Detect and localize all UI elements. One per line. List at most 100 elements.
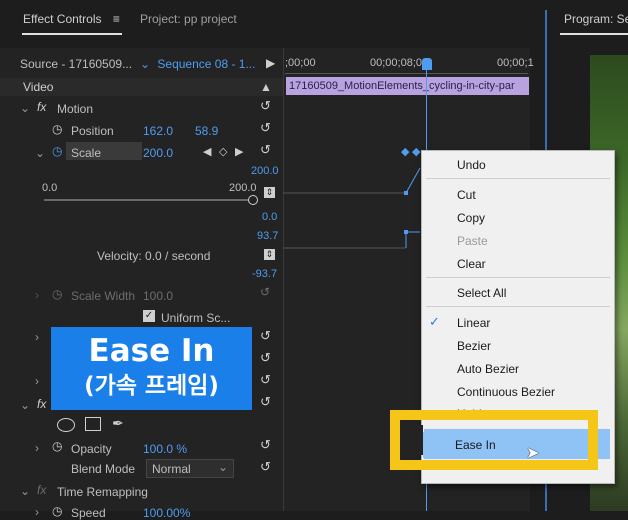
clip-bar[interactable]: 17160509_MotionElements_cycling-in-city-… [286,77,529,95]
expand-chevron-icon[interactable]: › [35,330,39,344]
menu-undo[interactable]: Undo [457,158,486,172]
menu-continuous-bezier[interactable]: Continuous Bezier [457,385,555,399]
blend-mode-label: Blend Mode [71,462,136,476]
menu-divider [426,306,610,307]
velocity-top: 93.7 [257,230,279,242]
collapse-chevron-icon[interactable]: ⌄ [20,484,30,498]
source-label[interactable]: Source - 17160509... [20,57,132,71]
graph-toggle-icon[interactable]: ⇕ [264,187,275,198]
collapse-chevron-icon[interactable]: ⌄ [20,398,30,412]
menu-paste: Paste [457,234,488,248]
uniform-scale-checkbox[interactable]: ✓ [143,310,155,322]
scale-value[interactable]: 200.0 [143,146,173,160]
expand-chevron-icon[interactable]: › [35,441,39,455]
fx-icon[interactable]: fx [37,397,46,411]
menu-divider [426,178,610,179]
scale-graph-top: 200.0 [251,165,279,177]
reset-icon[interactable]: ↺ [260,142,271,158]
caption-line1: Ease In [88,333,215,369]
expand-chevron-icon[interactable]: › [35,374,39,388]
timecode-start: ;00;00 [285,57,316,69]
chevron-down-icon: ⌄ [217,460,228,474]
reset-icon[interactable]: ↺ [260,120,271,136]
reset-icon[interactable]: ↺ [260,350,271,366]
stopwatch-icon[interactable]: ◷ [52,122,62,136]
stopwatch-icon[interactable]: ◷ [52,439,62,453]
scale-slider-handle[interactable] [248,195,258,205]
stopwatch-icon: ◷ [52,287,63,301]
motion-label: Motion [57,102,94,116]
mouse-cursor-icon: ➤ [526,445,540,462]
velocity-toggle-icon[interactable]: ⇕ [264,249,275,260]
fx-icon[interactable]: fx [37,100,46,114]
time-ruler[interactable] [285,69,528,74]
velocity-bottom: -93.7 [252,268,278,280]
ease-in-highlight-duplicate [423,432,587,458]
position-x-value[interactable]: 162.0 [143,124,173,138]
menu-select-all[interactable]: Select All [457,286,506,300]
timecode-end: 00;00;1 [497,57,534,69]
scroll-up-icon[interactable]: ▲ [260,80,272,94]
position-label: Position [71,124,114,138]
ease-in-label-over[interactable]: Ease In [455,438,496,452]
menu-auto-bezier[interactable]: Auto Bezier [457,362,519,376]
scale-graph-bottom: 0.0 [262,211,278,223]
reset-icon[interactable]: ↺ [260,459,271,475]
program-tab-underline [560,33,628,35]
stopwatch-active-icon[interactable]: ◷ [52,144,62,158]
menu-bezier[interactable]: Bezier [457,339,491,353]
scale-max: 200.0 [229,182,257,194]
scale-slider-track[interactable] [44,199,252,201]
effect-controls-body [0,48,283,511]
reset-icon: ↺ [260,285,271,299]
collapse-chevron-icon[interactable]: ⌄ [20,101,30,115]
keyframe-left-icon[interactable]: ◆ [401,145,409,158]
menu-linear[interactable]: Linear [457,316,490,330]
reset-icon[interactable]: ↺ [260,437,271,453]
collapse-chevron-icon[interactable]: ⌄ [35,146,45,160]
uniform-scale-label: Uniform Sc... [161,311,231,325]
next-keyframe-icon[interactable]: ▶ [235,145,243,158]
value-graph [283,167,421,249]
reset-icon[interactable]: ↺ [260,98,271,114]
expand-chevron-icon[interactable]: › [35,288,39,302]
rectangle-mask-icon[interactable] [85,417,101,431]
tab-project[interactable]: Project: pp project [140,12,237,26]
menu-divider [426,277,610,278]
panel-menu-icon[interactable]: ≡ [113,12,120,26]
sequence-dropdown[interactable]: ⌄ Sequence 08 - 1... [140,57,255,71]
reset-icon[interactable]: ↺ [260,372,271,388]
speed-label: Speed [71,506,106,520]
menu-copy[interactable]: Copy [457,211,485,225]
timecode-mid: 00;00;08;00 [370,57,429,69]
keyframe-right-icon[interactable]: ◆ [412,145,420,158]
reset-icon[interactable]: ↺ [260,328,271,344]
play-triangle-icon[interactable]: ▶ [266,56,275,70]
ease-in-caption: Ease In (가속 프레임) [51,327,252,410]
expand-chevron-icon[interactable]: › [35,505,39,519]
tab-effect-controls[interactable]: Effect Controls ≡ [23,12,120,26]
blend-mode-select[interactable]: Normal ⌄ [146,459,234,478]
active-tab-underline [22,33,122,35]
pen-tool-icon[interactable]: ✒ [112,415,124,432]
ellipse-mask-icon[interactable] [57,418,75,432]
speed-value[interactable]: 100.00% [143,506,190,520]
playhead-handle[interactable] [422,58,432,70]
velocity-label: Velocity: 0.0 / second [97,249,211,263]
scale-label: Scale [71,146,102,160]
stopwatch-icon[interactable]: ◷ [52,504,62,518]
video-header: Video [23,80,54,94]
chevron-down-icon: ⌄ [140,57,151,71]
fx-icon: fx [37,483,47,497]
tab-program[interactable]: Program: Se [564,12,628,26]
position-y-value[interactable]: 58.9 [195,124,218,138]
menu-clear[interactable]: Clear [457,257,486,271]
checkmark-icon: ✓ [429,314,440,329]
scale-width-value: 100.0 [143,289,174,303]
reset-icon[interactable]: ↺ [260,394,271,410]
time-remapping-label: Time Remapping [57,485,148,499]
menu-cut[interactable]: Cut [457,188,476,202]
prev-keyframe-icon[interactable]: ◀ [203,145,211,158]
opacity-value[interactable]: 100.0 % [143,442,187,456]
add-keyframe-icon[interactable]: ◇ [219,145,227,158]
